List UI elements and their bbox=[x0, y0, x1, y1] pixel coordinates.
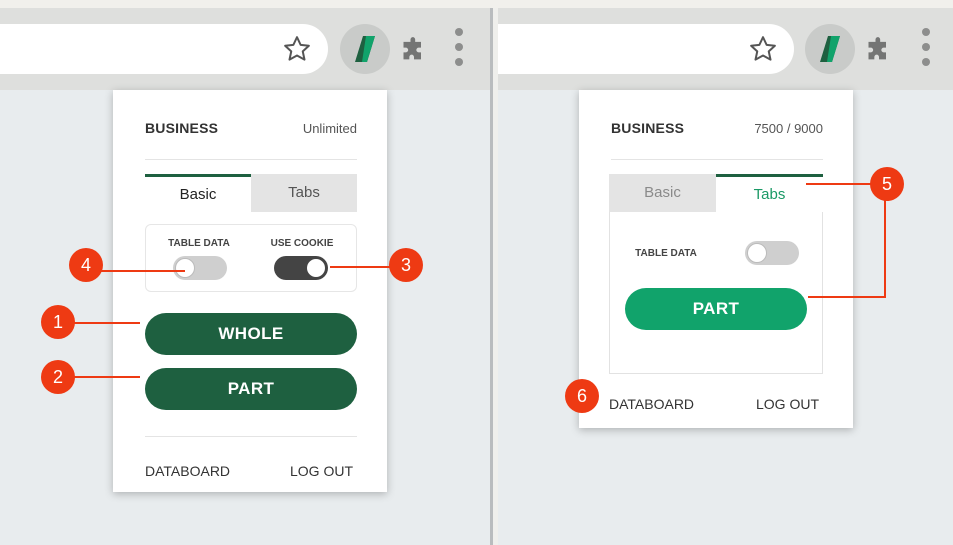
browser-window-right: BUSINESS 7500 / 9000 Basic Tabs TABLE DA… bbox=[498, 8, 953, 545]
callout-3: 3 bbox=[389, 248, 423, 282]
whole-button[interactable]: WHOLE bbox=[145, 313, 357, 355]
table-data-label: TABLE DATA bbox=[168, 238, 230, 249]
callout-5-connector-horizontal bbox=[808, 296, 886, 298]
callout-5: 5 bbox=[870, 167, 904, 201]
kebab-menu-icon[interactable] bbox=[453, 28, 465, 72]
extension-logo-icon[interactable] bbox=[805, 24, 855, 74]
logout-link[interactable]: LOG OUT bbox=[756, 396, 819, 412]
browser-toolbar bbox=[0, 8, 490, 90]
star-icon[interactable] bbox=[748, 34, 778, 64]
tab-basic[interactable]: Basic bbox=[145, 174, 251, 212]
star-icon[interactable] bbox=[282, 34, 312, 64]
extension-popup: BUSINESS Unlimited Basic Tabs TABLE DATA… bbox=[113, 90, 387, 492]
plan-label: BUSINESS bbox=[145, 120, 219, 136]
callout-3-line bbox=[330, 266, 392, 268]
use-cookie-label: USE COOKIE bbox=[270, 238, 334, 249]
part-button[interactable]: PART bbox=[145, 368, 357, 410]
use-cookie-toggle[interactable] bbox=[274, 256, 328, 280]
tab-basic[interactable]: Basic bbox=[609, 174, 716, 212]
puzzle-icon[interactable] bbox=[400, 36, 428, 64]
callout-1: 1 bbox=[41, 305, 75, 339]
callout-5-line bbox=[806, 183, 876, 185]
window-divider bbox=[490, 8, 498, 545]
screenshot-canvas: BUSINESS Unlimited Basic Tabs TABLE DATA… bbox=[0, 0, 953, 545]
divider bbox=[611, 159, 823, 160]
divider bbox=[145, 436, 357, 437]
databoard-link[interactable]: DATABOARD bbox=[145, 463, 230, 479]
databoard-link[interactable]: DATABOARD bbox=[609, 396, 694, 412]
address-bar[interactable] bbox=[0, 24, 328, 74]
quota-text: 7500 / 9000 bbox=[754, 121, 823, 136]
tab-tabs[interactable]: Tabs bbox=[716, 174, 823, 212]
part-button[interactable]: PART bbox=[625, 288, 807, 330]
callout-6: 6 bbox=[565, 379, 599, 413]
tab-bar: Basic Tabs bbox=[609, 174, 823, 214]
plan-header: BUSINESS 7500 / 9000 bbox=[611, 120, 823, 140]
plan-header: BUSINESS Unlimited bbox=[145, 120, 357, 140]
extension-popup: BUSINESS 7500 / 9000 Basic Tabs TABLE DA… bbox=[579, 90, 853, 428]
table-data-toggle[interactable] bbox=[745, 241, 799, 265]
browser-window-left: BUSINESS Unlimited Basic Tabs TABLE DATA… bbox=[0, 8, 490, 545]
tab-bar: Basic Tabs bbox=[145, 174, 357, 214]
extension-logo-icon[interactable] bbox=[340, 24, 390, 74]
puzzle-icon[interactable] bbox=[865, 36, 893, 64]
table-data-toggle[interactable] bbox=[173, 256, 227, 280]
browser-toolbar bbox=[498, 8, 953, 90]
options-box: TABLE DATA USE COOKIE bbox=[145, 224, 357, 292]
callout-5-connector-vertical bbox=[884, 200, 886, 298]
callout-4: 4 bbox=[69, 248, 103, 282]
table-data-label: TABLE DATA bbox=[635, 248, 697, 259]
quota-text: Unlimited bbox=[302, 121, 357, 136]
kebab-menu-icon[interactable] bbox=[920, 28, 932, 72]
callout-4-line bbox=[90, 270, 185, 272]
plan-label: BUSINESS bbox=[611, 120, 685, 136]
callout-2: 2 bbox=[41, 360, 75, 394]
logout-link[interactable]: LOG OUT bbox=[290, 463, 353, 479]
divider bbox=[145, 159, 357, 160]
tab-tabs[interactable]: Tabs bbox=[251, 174, 357, 212]
address-bar[interactable] bbox=[498, 24, 794, 74]
